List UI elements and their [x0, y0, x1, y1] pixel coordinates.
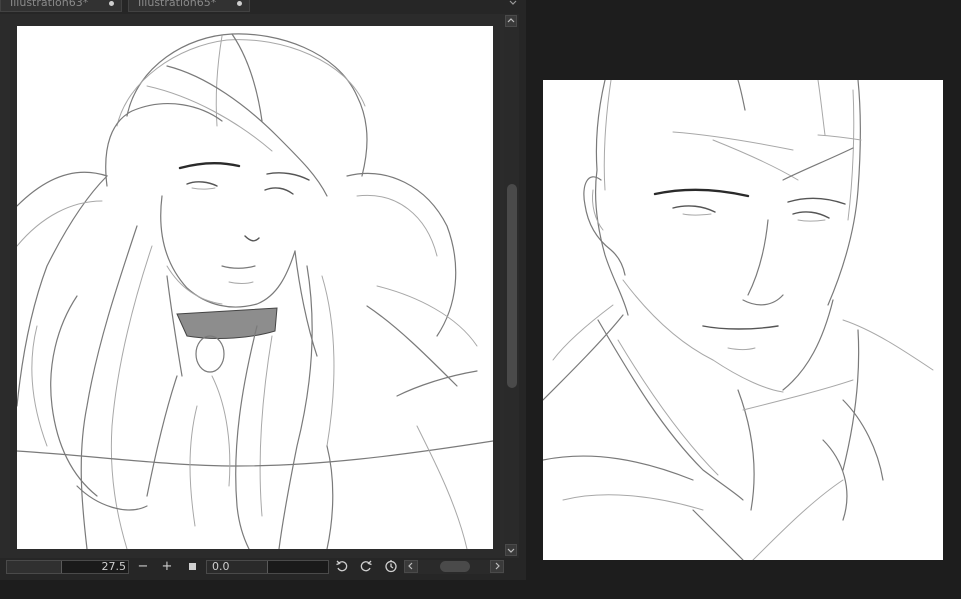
- sketch-long-hair-figure: [17, 33, 493, 549]
- rotate-right-icon: [360, 560, 372, 572]
- rotation-slider[interactable]: 0.0: [206, 560, 329, 574]
- chevron-right-icon[interactable]: [490, 560, 504, 573]
- rotation-reset-button[interactable]: [383, 559, 399, 575]
- chevron-down-icon[interactable]: [505, 544, 517, 556]
- unsaved-dot-icon[interactable]: [237, 1, 242, 6]
- rotate-right-button[interactable]: [358, 559, 374, 575]
- tab-illustration63[interactable]: Illustration63*: [0, 0, 122, 12]
- rotate-left-icon: [336, 560, 348, 572]
- sketch-bald-figure: [543, 80, 934, 560]
- canvas-statusbar: 27.5 − + 0.0: [0, 558, 526, 580]
- chevron-left-icon[interactable]: [404, 560, 418, 573]
- zoom-reset-button[interactable]: [184, 559, 200, 575]
- horizontal-scrollbar[interactable]: [404, 560, 504, 574]
- tab-bar: Illustration63* Illustration65*: [0, 0, 526, 14]
- app-root: Illustration63* Illustration65* 27.5 − +…: [0, 0, 961, 599]
- chevron-up-icon[interactable]: [505, 15, 517, 27]
- rotation-value: 0.0: [212, 560, 230, 573]
- canvas-sketch-bald-figure[interactable]: [543, 80, 943, 560]
- unsaved-dot-icon[interactable]: [109, 1, 114, 6]
- tab-illustration65[interactable]: Illustration65*: [128, 0, 250, 12]
- left-document-window: Illustration63* Illustration65* 27.5 − +…: [0, 0, 526, 580]
- zoom-slider-fill: [7, 561, 63, 573]
- tab-label: Illustration65*: [138, 0, 217, 9]
- scrollbar-thumb[interactable]: [440, 561, 470, 572]
- zoom-out-button[interactable]: −: [135, 559, 151, 575]
- square-icon: [188, 563, 196, 570]
- chevron-down-icon[interactable]: [507, 0, 519, 9]
- tab-label: Illustration63*: [10, 0, 89, 9]
- zoom-slider[interactable]: 27.5: [6, 560, 129, 574]
- zoom-value: 27.5: [101, 560, 127, 573]
- zoom-in-button[interactable]: +: [159, 559, 175, 575]
- canvas-sketch-long-hair-figure[interactable]: [17, 26, 493, 549]
- vertical-scrollbar[interactable]: [504, 14, 519, 558]
- rotation-reset-icon: [385, 560, 397, 573]
- rotate-left-button[interactable]: [334, 559, 350, 575]
- scrollbar-thumb[interactable]: [507, 184, 517, 388]
